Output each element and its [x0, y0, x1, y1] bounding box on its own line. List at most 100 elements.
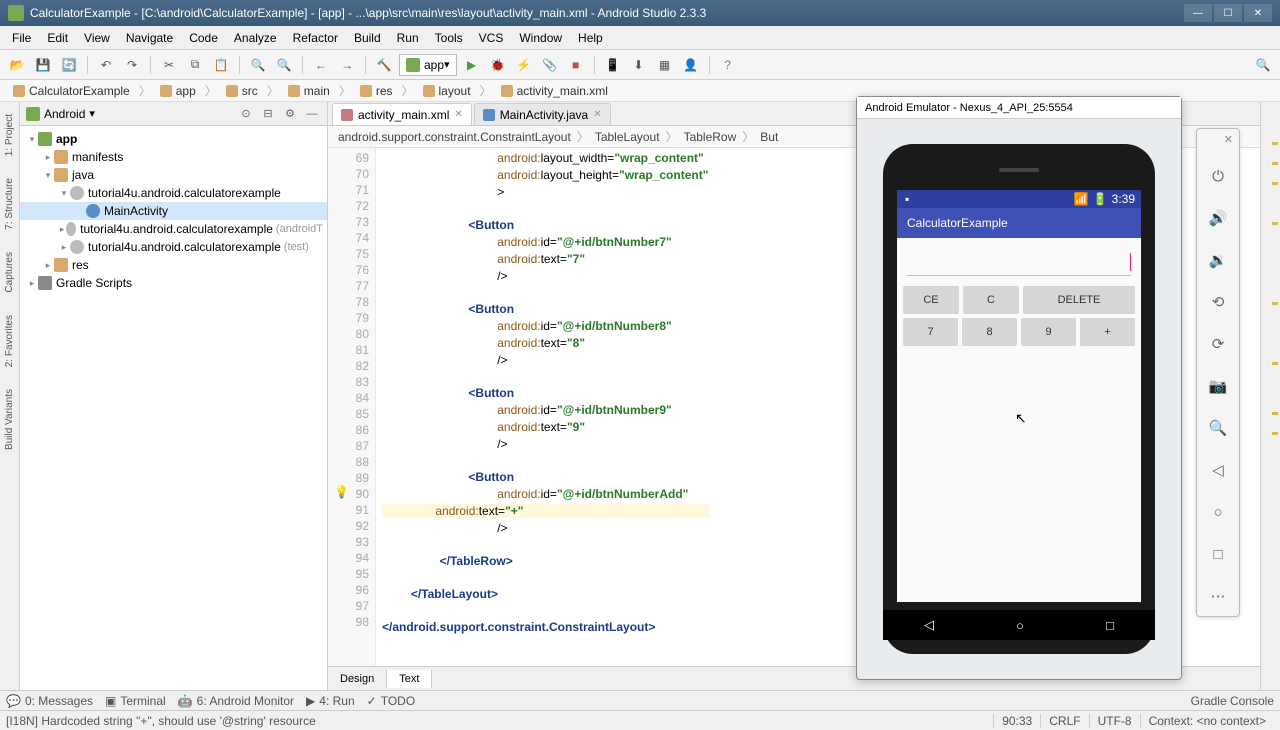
encoding[interactable]: UTF-8	[1089, 714, 1140, 728]
menu-window[interactable]: Window	[511, 28, 570, 48]
menu-refactor[interactable]: Refactor	[285, 28, 346, 48]
context[interactable]: Context: <no context>	[1140, 714, 1274, 728]
btn-delete[interactable]: DELETE	[1023, 286, 1135, 314]
debug-icon[interactable]: 🐞	[487, 54, 509, 76]
menu-navigate[interactable]: Navigate	[118, 28, 181, 48]
nav-recents[interactable]: □	[1106, 618, 1114, 633]
crumb-file[interactable]: activity_main.xml	[494, 81, 615, 101]
run-tool[interactable]: ▶ 4: Run	[306, 694, 355, 708]
terminal-tool[interactable]: ▣ Terminal	[105, 694, 166, 708]
menu-run[interactable]: Run	[389, 28, 427, 48]
tool-build-variants[interactable]: Build Variants	[2, 383, 17, 456]
menu-file[interactable]: File	[4, 28, 39, 48]
tree-java[interactable]: ▾java	[20, 166, 327, 184]
line-separator[interactable]: CRLF	[1040, 714, 1088, 728]
menu-code[interactable]: Code	[181, 28, 226, 48]
menu-edit[interactable]: Edit	[39, 28, 76, 48]
menu-help[interactable]: Help	[570, 28, 611, 48]
crumb-tablerow[interactable]: TableRow	[680, 129, 741, 145]
messages-tool[interactable]: 💬 0: Messages	[6, 694, 93, 708]
design-tab[interactable]: Design	[328, 670, 387, 688]
btn-9[interactable]: 9	[1021, 318, 1076, 346]
sync-icon[interactable]: 🔄	[58, 54, 80, 76]
power-icon[interactable]: ⏻	[1206, 164, 1230, 188]
sdk-icon[interactable]: ⬇	[628, 54, 650, 76]
tab-mainactivity[interactable]: MainActivity.java✕	[474, 103, 611, 125]
crumb-tablelayout[interactable]: TableLayout	[591, 129, 664, 145]
close-button[interactable]: ✕	[1244, 4, 1272, 22]
tool-project[interactable]: 1: Project	[2, 108, 17, 162]
text-tab[interactable]: Text	[387, 670, 432, 688]
tree-res[interactable]: ▸res	[20, 256, 327, 274]
nav-home[interactable]: ○	[1016, 618, 1024, 633]
menu-vcs[interactable]: VCS	[471, 28, 512, 48]
close-tab-icon[interactable]: ✕	[593, 109, 601, 120]
overview-icon[interactable]: □	[1206, 542, 1230, 566]
menu-tools[interactable]: Tools	[427, 28, 471, 48]
caret-position[interactable]: 90:33	[993, 714, 1040, 728]
crumb-project[interactable]: CalculatorExample	[6, 81, 137, 101]
tool-favorites[interactable]: 2: Favorites	[2, 309, 17, 373]
help-icon[interactable]: ?	[717, 54, 739, 76]
camera-icon[interactable]: 📷	[1206, 374, 1230, 398]
tab-activity-main[interactable]: activity_main.xml✕	[332, 103, 472, 125]
maximize-button[interactable]: ☐	[1214, 4, 1242, 22]
line-gutter[interactable]: 6970717273747576777879808182838485868788…	[328, 148, 376, 666]
btn-7[interactable]: 7	[903, 318, 958, 346]
gradle-console-tool[interactable]: Gradle Console	[1191, 694, 1274, 708]
tree-gradle[interactable]: ▸Gradle Scripts	[20, 274, 327, 292]
menu-analyze[interactable]: Analyze	[226, 28, 285, 48]
project-view-dropdown[interactable]: Android ▾	[26, 107, 233, 121]
intention-bulb-icon[interactable]: 💡	[334, 484, 349, 500]
copy-icon[interactable]: ⧉	[184, 54, 206, 76]
forward-icon[interactable]: →	[336, 54, 358, 76]
run-icon[interactable]: ▶	[461, 54, 483, 76]
phone-screen[interactable]: ▪ 📶 🔋 3:39 CalculatorExample CE C DELETE	[897, 190, 1141, 602]
hide-icon[interactable]: —	[303, 105, 321, 123]
tool-structure[interactable]: 7: Structure	[2, 172, 17, 236]
menu-build[interactable]: Build	[346, 28, 389, 48]
run-config-dropdown[interactable]: app ▾	[399, 54, 457, 76]
crumb-res[interactable]: res	[353, 81, 400, 101]
project-tree[interactable]: ▾app ▸manifests ▾java ▾tutorial4u.androi…	[20, 126, 327, 690]
crumb-src[interactable]: src	[219, 81, 265, 101]
scroll-to-source-icon[interactable]: ⊙	[237, 105, 255, 123]
tool-captures[interactable]: Captures	[2, 246, 17, 299]
crumb-constraint[interactable]: android.support.constraint.ConstraintLay…	[334, 129, 575, 145]
search-icon[interactable]: 🔍	[1252, 54, 1274, 76]
find-icon[interactable]: 🔍	[247, 54, 269, 76]
replace-icon[interactable]: 🔍	[273, 54, 295, 76]
make-icon[interactable]: 🔨	[373, 54, 395, 76]
minimize-button[interactable]: —	[1184, 4, 1212, 22]
open-icon[interactable]: 📂	[6, 54, 28, 76]
close-tab-icon[interactable]: ✕	[454, 109, 462, 120]
structure-icon[interactable]: ▦	[654, 54, 676, 76]
btn-c[interactable]: C	[963, 286, 1019, 314]
apply-changes-icon[interactable]: ⚡	[513, 54, 535, 76]
paste-icon[interactable]: 📋	[210, 54, 232, 76]
attach-icon[interactable]: 📎	[539, 54, 561, 76]
tree-pkg2[interactable]: ▸tutorial4u.android.calculatorexample(an…	[20, 220, 327, 238]
profiler-icon[interactable]: 👤	[680, 54, 702, 76]
cut-icon[interactable]: ✂	[158, 54, 180, 76]
save-icon[interactable]: 💾	[32, 54, 54, 76]
home-icon[interactable]: ○	[1206, 500, 1230, 524]
crumb-app[interactable]: app	[153, 81, 203, 101]
nav-back[interactable]: ◁	[924, 617, 934, 633]
volume-down-icon[interactable]: 🔉	[1206, 248, 1230, 272]
undo-icon[interactable]: ↶	[95, 54, 117, 76]
btn-8[interactable]: 8	[962, 318, 1017, 346]
stop-icon[interactable]: ■	[565, 54, 587, 76]
back-icon[interactable]: ←	[310, 54, 332, 76]
tree-mainactivity[interactable]: MainActivity	[20, 202, 327, 220]
crumb-layout[interactable]: layout	[416, 81, 478, 101]
emu-close-icon[interactable]: ✕	[1224, 133, 1233, 146]
crumb-main[interactable]: main	[281, 81, 337, 101]
menu-view[interactable]: View	[76, 28, 118, 48]
redo-icon[interactable]: ↷	[121, 54, 143, 76]
more-icon[interactable]: ⋯	[1206, 584, 1230, 608]
todo-tool[interactable]: ✓ TODO	[367, 694, 416, 708]
crumb-button[interactable]: But	[756, 129, 782, 145]
tree-manifests[interactable]: ▸manifests	[20, 148, 327, 166]
avd-icon[interactable]: 📱	[602, 54, 624, 76]
